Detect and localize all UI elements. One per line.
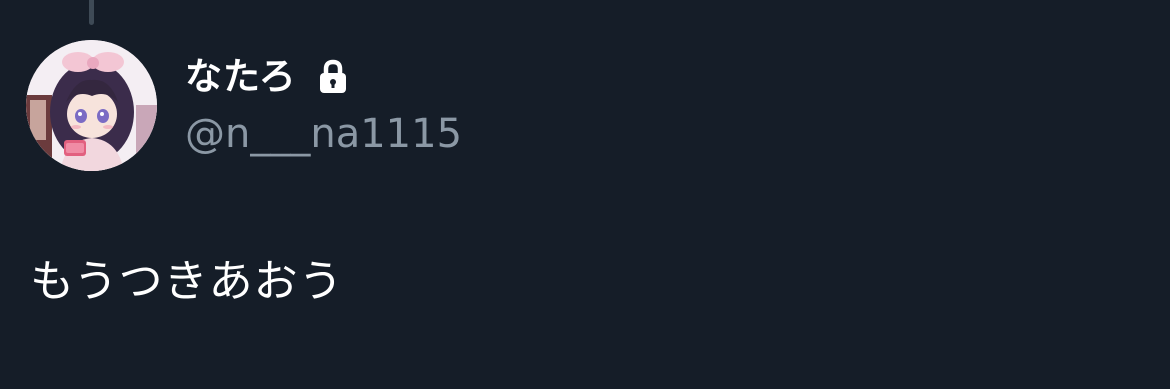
name-row: なたろ — [185, 52, 462, 102]
avatar-image — [26, 40, 157, 171]
display-name[interactable]: なたろ — [185, 52, 297, 102]
user-handle[interactable]: @n___na1115 — [185, 107, 462, 161]
tweet-header: なたろ @n___na1115 — [185, 52, 462, 161]
avatar[interactable] — [26, 40, 157, 171]
lock-icon — [317, 59, 349, 95]
tweet-text: もうつきあおう — [30, 256, 344, 307]
thread-connector-line — [89, 0, 94, 25]
